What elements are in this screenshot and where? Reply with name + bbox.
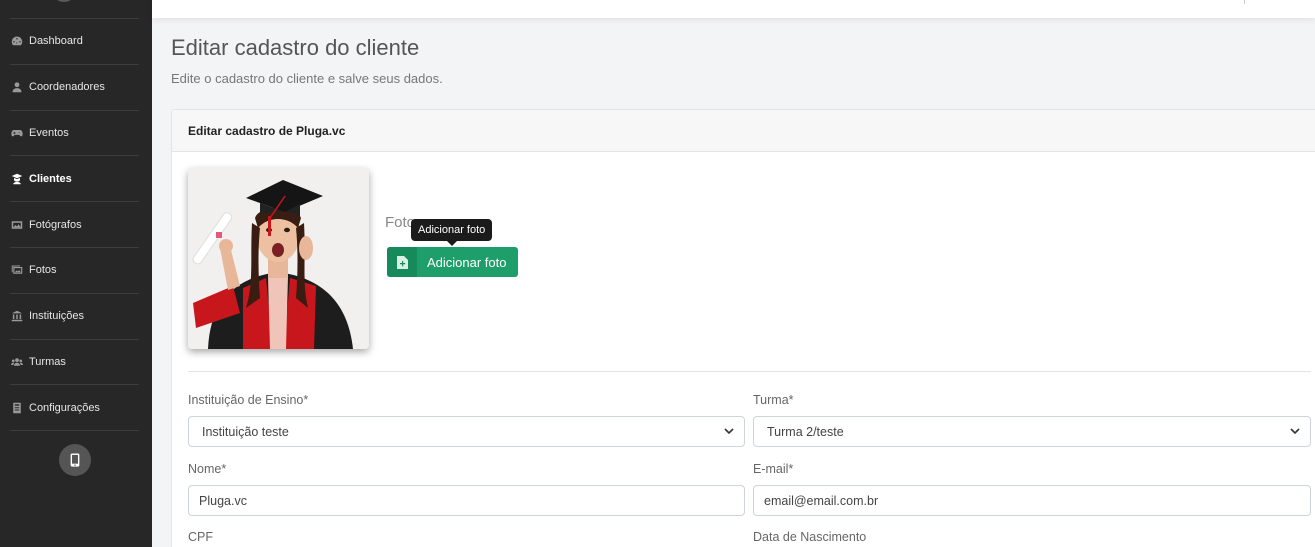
images-icon bbox=[11, 264, 23, 276]
turma-value: Turma 2/teste bbox=[767, 424, 844, 439]
instituicao-select[interactable]: Instituição teste bbox=[188, 416, 745, 447]
instituicao-label: Instituição de Ensino* bbox=[188, 393, 309, 407]
sidebar-item-turmas[interactable]: Turmas bbox=[10, 340, 139, 386]
mobile-view-button[interactable] bbox=[59, 444, 91, 476]
sidebar-item-coordenadores[interactable]: Coordenadores bbox=[10, 65, 139, 111]
chevron-down-icon bbox=[724, 428, 734, 435]
add-photo-label: Adicionar foto bbox=[427, 254, 507, 270]
sidebar-item-label: Eventos bbox=[29, 126, 69, 139]
logo bbox=[52, 0, 76, 2]
mobile-icon bbox=[70, 453, 80, 467]
turma-label: Turma* bbox=[753, 393, 794, 407]
edit-client-card: Editar cadastro de Pluga.vc Foto Adicion… bbox=[171, 109, 1315, 547]
nome-label: Nome* bbox=[188, 462, 227, 476]
sidebar-item-eventos[interactable]: Eventos bbox=[10, 111, 139, 157]
sidebar-item-label: Dashboard bbox=[29, 35, 83, 48]
page-title: Editar cadastro do cliente bbox=[171, 35, 420, 60]
nome-input[interactable]: Pluga.vc bbox=[188, 485, 745, 516]
photo-icon bbox=[11, 219, 23, 231]
add-photo-tooltip: Adicionar foto bbox=[411, 219, 493, 246]
email-input[interactable]: email@email.com.br bbox=[753, 485, 1311, 516]
sidebar: Dashboard Coordenadores Eventos Clientes… bbox=[0, 0, 152, 547]
dashboard-icon bbox=[11, 35, 23, 47]
graduate-photo-image bbox=[188, 168, 369, 349]
client-photo bbox=[188, 168, 369, 349]
email-value: email@email.com.br bbox=[764, 493, 879, 508]
sidebar-item-fotografos[interactable]: Fotógrafos bbox=[10, 202, 139, 248]
gamepad-icon bbox=[11, 127, 23, 139]
sidebar-item-instituicoes[interactable]: Instituições bbox=[10, 294, 139, 340]
email-label: E-mail* bbox=[753, 462, 794, 476]
topbar-divider bbox=[1244, 0, 1245, 4]
turma-select[interactable]: Turma 2/teste bbox=[753, 416, 1311, 447]
page-subtitle: Edite o cadastro do cliente e salve seus… bbox=[171, 71, 443, 86]
file-add-icon bbox=[387, 247, 417, 277]
sidebar-item-label: Fotógrafos bbox=[29, 218, 82, 231]
sidebar-item-label: Instituições bbox=[29, 310, 85, 323]
sidebar-item-fotos[interactable]: Fotos bbox=[10, 248, 139, 294]
institution-icon bbox=[11, 310, 23, 322]
sidebar-nav: Dashboard Coordenadores Eventos Clientes… bbox=[10, 18, 139, 432]
sidebar-item-label: Coordenadores bbox=[29, 81, 105, 94]
card-title: Editar cadastro de Pluga.vc bbox=[172, 110, 1315, 152]
sidebar-item-configuracoes[interactable]: Configurações bbox=[10, 385, 139, 432]
cpf-label: CPF bbox=[188, 530, 213, 544]
sidebar-item-label: Fotos bbox=[29, 264, 57, 277]
instituicao-value: Instituição teste bbox=[202, 424, 289, 439]
sidebar-item-clientes[interactable]: Clientes bbox=[10, 156, 139, 203]
divider bbox=[188, 371, 1311, 372]
nome-value: Pluga.vc bbox=[199, 493, 247, 508]
graduate-icon bbox=[11, 173, 23, 185]
add-photo-button[interactable]: Adicionar foto bbox=[387, 247, 518, 277]
chevron-down-icon bbox=[1290, 428, 1300, 435]
sidebar-item-dashboard[interactable]: Dashboard bbox=[10, 19, 139, 65]
user-icon bbox=[11, 81, 23, 93]
sidebar-item-label: Clientes bbox=[29, 172, 72, 185]
sidebar-item-label: Turmas bbox=[29, 355, 66, 368]
settings-icon bbox=[11, 402, 23, 414]
sidebar-item-label: Configurações bbox=[29, 401, 100, 414]
top-bar bbox=[152, 0, 1315, 18]
users-icon bbox=[11, 356, 23, 368]
nascimento-label: Data de Nascimento bbox=[753, 530, 867, 544]
